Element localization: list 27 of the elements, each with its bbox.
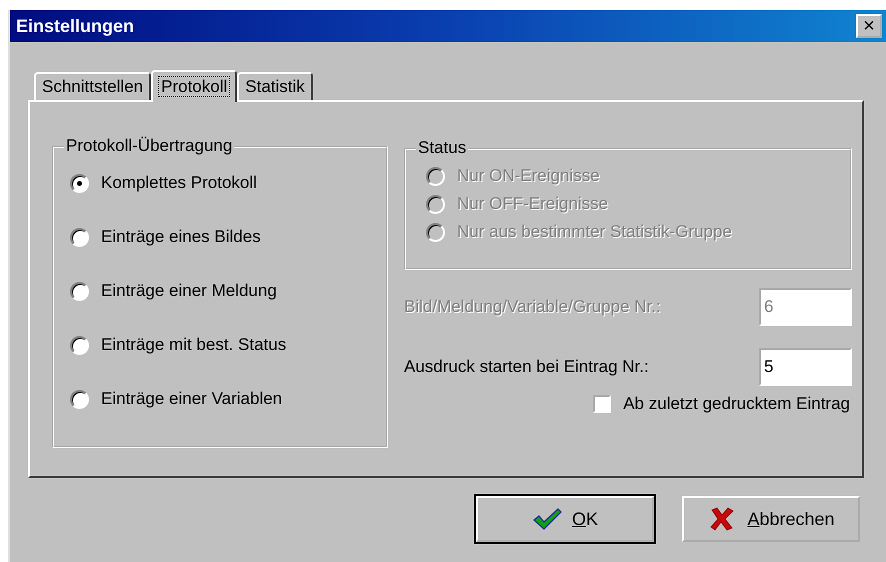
checkbox[interactable] xyxy=(593,395,612,413)
radio-button[interactable] xyxy=(70,390,89,408)
tab[interactable]: Schnittstellen xyxy=(34,72,152,100)
radio-label: Nur aus bestimmter Statistik-Gruppe xyxy=(457,222,732,242)
radio-label: Einträge mit best. Status xyxy=(101,335,286,355)
group-title: Protokoll-Übertragung xyxy=(64,136,234,156)
radio-button[interactable] xyxy=(70,282,89,300)
tab[interactable]: Protokoll xyxy=(151,70,238,102)
radio-label: Nur OFF-Ereignisse xyxy=(457,194,608,214)
radio-label: Einträge einer Meldung xyxy=(101,281,277,301)
field-label: Ausdruck starten bei Eintrag Nr.: xyxy=(404,357,649,377)
radio-label: Komplettes Protokoll xyxy=(101,173,257,193)
radio-button[interactable] xyxy=(70,228,89,246)
dialog-button[interactable]: Abbrechen xyxy=(682,496,860,542)
dialog-button[interactable]: OK xyxy=(476,496,654,542)
checkmark-icon xyxy=(532,507,562,531)
radio-label: Nur ON-Ereignisse xyxy=(457,166,600,186)
field-label: Bild/Meldung/Variable/Gruppe Nr.: xyxy=(404,297,661,317)
window-title: Einstellungen xyxy=(16,16,134,36)
radio-label: Einträge eines Bildes xyxy=(101,227,261,247)
tab[interactable]: Statistik xyxy=(237,72,313,100)
checkbox-label: Ab zuletzt gedrucktem Eintrag xyxy=(623,394,850,414)
radio-label: Einträge einer Variablen xyxy=(101,389,282,409)
radio-button[interactable] xyxy=(70,336,89,354)
radio-button[interactable] xyxy=(70,174,89,192)
close-button[interactable]: × xyxy=(856,14,882,38)
input-field[interactable]: 5 xyxy=(759,348,852,386)
